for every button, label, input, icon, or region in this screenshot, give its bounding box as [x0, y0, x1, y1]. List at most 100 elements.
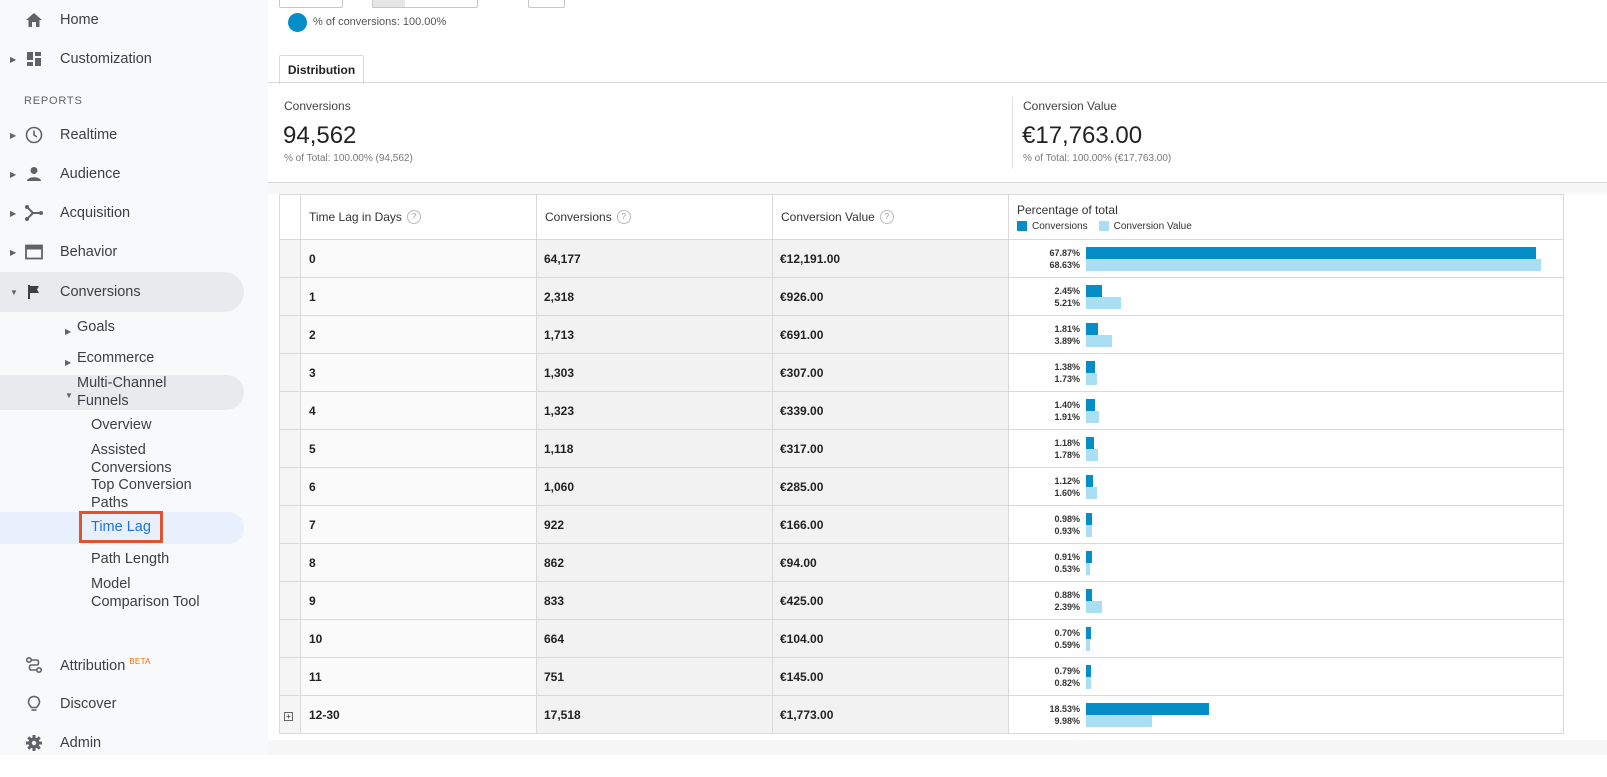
nav-attribution[interactable]: Attribution BETA	[0, 645, 244, 685]
percentage-bars: 18.53% 9.98%	[1009, 702, 1563, 727]
percentage-labels: 2.45% 5.21%	[1009, 285, 1086, 309]
chart-legend-label: % of conversions: 100.00%	[313, 16, 447, 28]
conversions-bar	[1086, 246, 1536, 259]
nav-overview-label: Overview	[91, 417, 152, 433]
header-time-lag[interactable]: Time Lag in Days?	[300, 194, 537, 240]
nav-model-comparison-tool[interactable]: Model Comparison Tool	[91, 576, 200, 611]
page-bottom	[0, 755, 1607, 777]
nav-ecommerce-label: Ecommerce	[77, 350, 155, 366]
nav-acquisition[interactable]: ▶ Acquisition	[0, 193, 244, 233]
percentage-bars: 0.91% 0.53%	[1009, 550, 1563, 575]
conversions-bar	[1086, 626, 1091, 639]
cell-conversion-value: €145.00	[772, 657, 1009, 696]
nav-customization[interactable]: ▶ Customization	[0, 39, 244, 79]
summary-value-label: Conversion Value	[1023, 99, 1117, 113]
row-expand-cell	[279, 619, 301, 658]
bar-track	[1086, 284, 1563, 309]
header-conversion-value-label: Conversion Value	[781, 209, 875, 224]
help-icon[interactable]: ?	[879, 210, 894, 225]
nav-assisted-line2: Conversions	[91, 459, 172, 476]
cell-percentage: 1.81% 3.89%	[1008, 315, 1564, 354]
bar-track	[1086, 664, 1563, 689]
expand-plus-icon[interactable]: +	[284, 711, 293, 721]
gear-icon	[24, 733, 44, 753]
table-header-row: Time Lag in Days? Conversions? Conversio…	[279, 194, 1564, 240]
chart-toggle-button[interactable]	[372, 0, 478, 8]
value-bar	[1086, 638, 1090, 651]
nav-discover[interactable]: Discover	[0, 684, 244, 724]
row-expand-cell	[279, 277, 301, 316]
nav-home-label: Home	[60, 12, 99, 28]
table-row: 11 751 €145.00 0.79% 0.82%	[279, 657, 1564, 696]
time-lag-table: Time Lag in Days? Conversions? Conversio…	[279, 194, 1564, 734]
bar-track	[1086, 626, 1563, 651]
value-bar	[1086, 296, 1121, 309]
bar-track	[1086, 360, 1563, 385]
header-conversion-value[interactable]: Conversion Value?	[772, 194, 1009, 240]
cell-time-lag: 8	[300, 543, 537, 582]
nav-assisted-conversions[interactable]: Assisted Conversions	[91, 442, 172, 477]
cell-conversion-value: €691.00	[772, 315, 1009, 354]
table-row: 7 922 €166.00 0.98% 0.93%	[279, 505, 1564, 544]
pct-conversions: 0.88%	[1054, 589, 1080, 600]
nav-multi-channel-funnels[interactable]: ▼ Multi-Channel Funnels	[65, 375, 167, 410]
pct-conversions: 67.87%	[1049, 247, 1080, 258]
percentage-bars: 1.81% 3.89%	[1009, 322, 1563, 347]
table-row: 3 1,303 €307.00 1.38% 1.73%	[279, 353, 1564, 392]
nav-path-length[interactable]: Path Length	[91, 551, 169, 569]
home-icon	[24, 10, 44, 30]
nav-top-conversion-paths[interactable]: Top Conversion Paths	[91, 477, 192, 512]
row-expand-cell	[279, 657, 301, 696]
chevron-right-icon: ▶	[65, 327, 72, 336]
cell-conversion-value: €12,191.00	[772, 239, 1009, 278]
cell-conversions: 922	[536, 505, 773, 544]
nav-overview[interactable]: Overview	[91, 417, 151, 435]
percentage-labels: 1.12% 1.60%	[1009, 475, 1086, 499]
table-row: 2 1,713 €691.00 1.81% 3.89%	[279, 315, 1564, 354]
percentage-labels: 0.91% 0.53%	[1009, 551, 1086, 575]
row-expand-cell: +	[279, 695, 301, 734]
chart-option-button[interactable]	[528, 0, 565, 8]
cell-percentage: 1.12% 1.60%	[1008, 467, 1564, 506]
conversions-bar	[1086, 550, 1093, 563]
table-row: +12-30 17,518 €1,773.00 18.53% 9.98%	[279, 695, 1564, 734]
behavior-icon	[24, 242, 44, 262]
nav-home[interactable]: Home	[0, 0, 244, 40]
table-row: 4 1,323 €339.00 1.40% 1.91%	[279, 391, 1564, 430]
bar-track	[1086, 702, 1563, 727]
acquisition-icon	[24, 203, 44, 223]
percentage-bars: 1.12% 1.60%	[1009, 474, 1563, 499]
nav-goals[interactable]: ▶ Goals	[65, 319, 115, 337]
tab-distribution[interactable]: Distribution	[279, 55, 364, 84]
cell-percentage: 1.38% 1.73%	[1008, 353, 1564, 392]
help-icon[interactable]: ?	[616, 210, 631, 225]
header-conversions[interactable]: Conversions?	[536, 194, 773, 240]
value-bar	[1086, 524, 1093, 537]
chevron-down-icon: ▼	[10, 287, 18, 297]
pct-value: 0.93%	[1054, 525, 1080, 536]
help-icon[interactable]: ?	[406, 210, 421, 225]
conversions-bar	[1086, 512, 1093, 525]
nav-realtime[interactable]: ▶ Realtime	[0, 115, 244, 155]
conversions-bar	[1086, 588, 1092, 601]
table-row: 6 1,060 €285.00 1.12% 1.60%	[279, 467, 1564, 506]
cell-time-lag: 10	[300, 619, 537, 658]
value-bar	[1086, 486, 1097, 499]
summary-value-value: €17,763.00	[1022, 122, 1143, 149]
bar-track	[1086, 588, 1563, 613]
percentage-labels: 0.79% 0.82%	[1009, 665, 1086, 689]
legend-conversions-label: Conversions	[1032, 220, 1088, 232]
cell-conversions: 64,177	[536, 239, 773, 278]
chart-control-button[interactable]	[279, 0, 343, 8]
nav-conversions[interactable]: ▼ Conversions	[0, 272, 244, 312]
pct-conversions: 1.12%	[1054, 475, 1080, 486]
nav-ecommerce[interactable]: ▶ Ecommerce	[65, 350, 155, 368]
value-bar	[1086, 714, 1153, 727]
nav-mcf-label-line1: Multi-Channel	[77, 375, 167, 391]
summary-gap	[268, 183, 1607, 194]
value-bar	[1086, 372, 1098, 385]
pct-conversions: 18.53%	[1049, 703, 1080, 714]
cell-conversion-value: €166.00	[772, 505, 1009, 544]
nav-audience[interactable]: ▶ Audience	[0, 154, 244, 194]
nav-behavior[interactable]: ▶ Behavior	[0, 232, 244, 272]
